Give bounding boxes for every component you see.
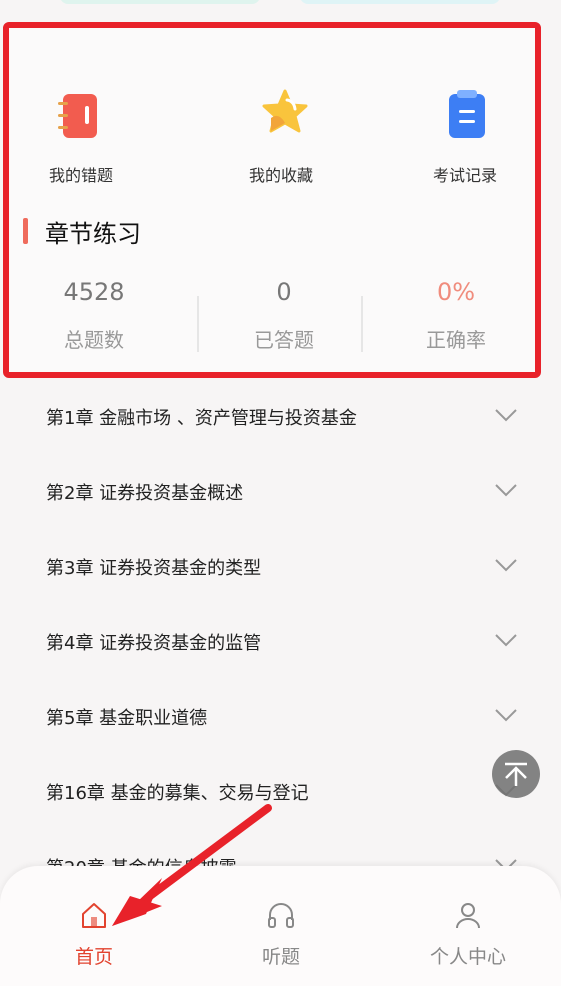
- chapter-title: 第3章 证券投资基金的类型: [46, 558, 262, 579]
- chapter-title: 第1章 金融市场 、资产管理与投资基金: [46, 408, 357, 429]
- chapter-title: 第5章 基金职业道德: [46, 708, 208, 729]
- chapter-item[interactable]: 第5章 基金职业道德: [0, 682, 561, 757]
- clipboard-icon: [447, 88, 487, 140]
- bottom-nav: 首页 听题 个人中心: [0, 866, 561, 986]
- stat-value: 4528: [63, 278, 125, 306]
- chapter-item[interactable]: 第4章 证券投资基金的监管: [0, 607, 561, 682]
- stat-total-questions: 4528 总题数: [9, 278, 179, 353]
- nav-label: 听题: [261, 946, 300, 968]
- back-to-top-button[interactable]: [492, 750, 540, 798]
- top-card-right: [300, 0, 500, 4]
- chapter-title: 第2章 证券投资基金概述: [46, 483, 244, 504]
- nav-label: 个人中心: [429, 946, 506, 968]
- highlight-box: 我的错题 我的收藏 考试记录 章节练习 4528 总题数 0 已答题 0% 正确…: [3, 22, 541, 378]
- stat-label: 已答题: [254, 328, 314, 352]
- chevron-down-icon: [495, 559, 517, 572]
- stat-label: 正确率: [426, 328, 486, 352]
- chapter-item[interactable]: 第1章 金融市场 、资产管理与投资基金: [0, 382, 561, 457]
- nav-listen[interactable]: 听题: [221, 900, 341, 969]
- chapter-item[interactable]: 第3章 证券投资基金的类型: [0, 532, 561, 607]
- headphones-icon: [268, 903, 294, 928]
- star-icon: [261, 88, 309, 136]
- chapter-item[interactable]: 第2章 证券投资基金概述: [0, 457, 561, 532]
- stat-value: 0: [276, 278, 292, 306]
- chevron-down-icon: [495, 709, 517, 722]
- section-title: 章节练习: [45, 220, 141, 248]
- section-accent-bar: [23, 218, 28, 244]
- nav-profile[interactable]: 个人中心: [408, 900, 528, 969]
- chapter-list: 第1章 金融市场 、资产管理与投资基金 第2章 证券投资基金概述 第3章 证券投…: [0, 382, 561, 907]
- stat-answered: 0 已答题: [199, 278, 369, 353]
- shortcut-label: 我的错题: [48, 166, 113, 185]
- chevron-down-icon: [495, 409, 517, 422]
- stat-label: 总题数: [64, 328, 124, 352]
- chapter-title: 第16章 基金的募集、交易与登记: [46, 783, 309, 804]
- nav-label: 首页: [74, 946, 113, 968]
- user-icon: [456, 903, 480, 929]
- nav-home[interactable]: 首页: [34, 900, 154, 969]
- stat-divider: [361, 296, 363, 352]
- home-icon: [82, 903, 106, 928]
- chevron-down-icon: [495, 484, 517, 497]
- chapter-title: 第4章 证券投资基金的监管: [46, 633, 262, 654]
- chapter-item[interactable]: 第16章 基金的募集、交易与登记: [0, 757, 561, 832]
- stat-accuracy: 0% 正确率: [371, 278, 541, 353]
- shortcut-label: 我的收藏: [248, 166, 313, 185]
- arrow-up-icon: [505, 762, 527, 786]
- top-card-left: [60, 0, 260, 4]
- top-cards-edge: [0, 0, 561, 6]
- notebook-icon: [58, 94, 97, 138]
- stat-value: 0%: [436, 278, 476, 306]
- shortcut-label: 考试记录: [432, 166, 497, 185]
- chevron-down-icon: [495, 634, 517, 647]
